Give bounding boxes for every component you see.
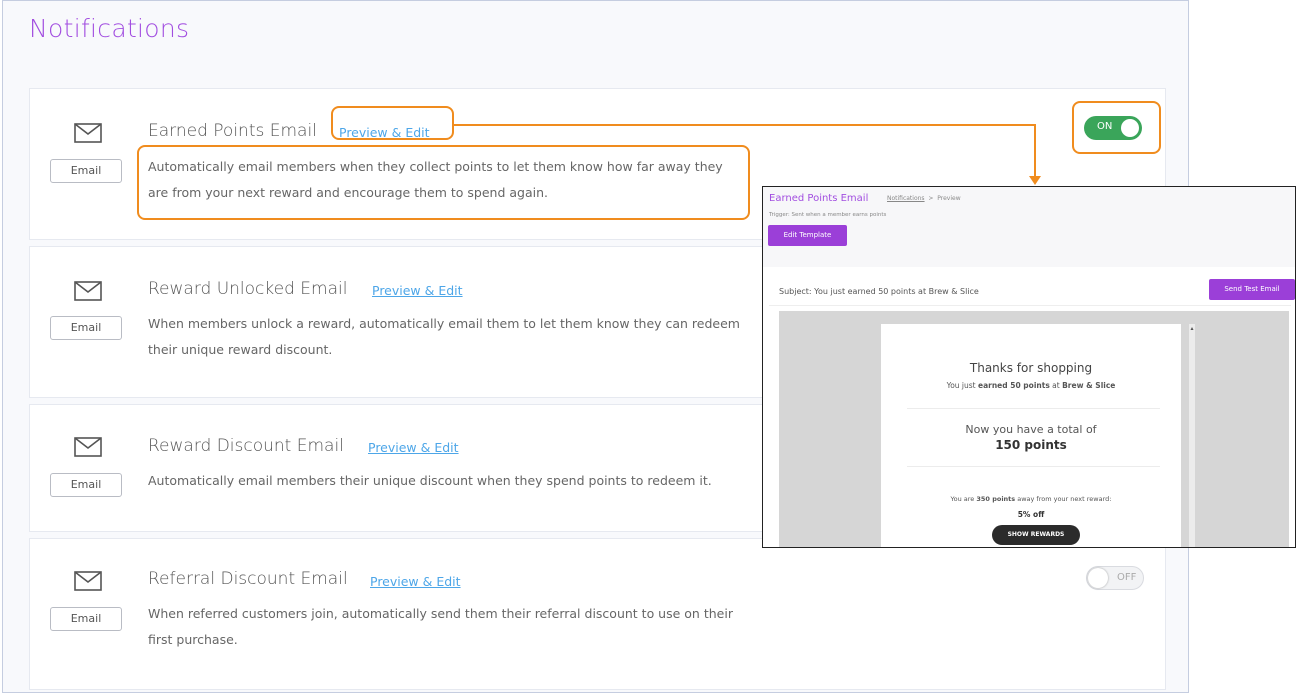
envelope-icon bbox=[74, 123, 102, 143]
notification-title: Earned Points Email bbox=[148, 121, 317, 141]
connector-line bbox=[454, 124, 1035, 126]
notification-description: When referred customers join, automatica… bbox=[148, 606, 733, 647]
email-subject: Subject: You just earned 50 points at Br… bbox=[779, 287, 979, 296]
email-heading: Thanks for shopping bbox=[969, 361, 1093, 375]
send-test-email-button[interactable]: Send Test Email bbox=[1209, 279, 1295, 300]
arrow-down-icon bbox=[1029, 176, 1041, 185]
earned-line: You just earned 50 points at Brew & Slic… bbox=[946, 381, 1116, 390]
breadcrumb: Notifications > Preview bbox=[887, 195, 961, 202]
email-badge: Email bbox=[50, 159, 122, 183]
divider bbox=[907, 466, 1160, 467]
email-preview-window: Earned Points Email Notifications > Prev… bbox=[762, 186, 1296, 548]
divider bbox=[907, 408, 1160, 409]
email-badge: Email bbox=[50, 473, 122, 497]
total-line: Now you have a total of bbox=[965, 423, 1097, 436]
enable-toggle-off[interactable]: OFF bbox=[1086, 566, 1144, 590]
toggle-label: OFF bbox=[1117, 572, 1137, 583]
notification-title: Reward Unlocked Email bbox=[148, 279, 348, 299]
preview-title: Earned Points Email bbox=[769, 193, 869, 204]
highlight-preview-link bbox=[331, 106, 454, 140]
notification-title: Reward Discount Email bbox=[148, 436, 344, 456]
envelope-icon bbox=[74, 571, 102, 591]
page-title: Notifications bbox=[29, 14, 190, 43]
notification-description: Automatically email members their unique… bbox=[148, 473, 712, 488]
scrollbar[interactable]: ▴ bbox=[1189, 324, 1195, 547]
breadcrumb-link[interactable]: Notifications bbox=[887, 195, 925, 202]
notification-title: Referral Discount Email bbox=[148, 569, 348, 589]
email-body: Thanks for shopping You just earned 50 p… bbox=[881, 324, 1181, 547]
preview-edit-link[interactable]: Preview & Edit bbox=[372, 283, 463, 298]
reward-text: 5% off bbox=[1017, 510, 1045, 519]
email-badge: Email bbox=[50, 316, 122, 340]
breadcrumb-current: Preview bbox=[937, 195, 961, 202]
trigger-text: Trigger: Sent when a member earns points bbox=[769, 212, 887, 218]
scroll-up-icon[interactable]: ▴ bbox=[1189, 326, 1195, 332]
breadcrumb-separator: > bbox=[928, 195, 934, 202]
preview-edit-link[interactable]: Preview & Edit bbox=[370, 574, 461, 589]
notification-card-referral-discount: Email Referral Discount Email Preview & … bbox=[29, 538, 1166, 690]
toggle-knob bbox=[1088, 568, 1108, 588]
envelope-icon bbox=[74, 437, 102, 457]
edit-template-button[interactable]: Edit Template bbox=[768, 225, 847, 246]
total-points: 150 points bbox=[995, 438, 1067, 452]
highlight-toggle bbox=[1072, 101, 1161, 154]
notification-description: When members unlock a reward, automatica… bbox=[148, 316, 740, 357]
highlight-description bbox=[137, 145, 750, 220]
away-line: You are 350 points away from your next r… bbox=[950, 495, 1112, 503]
connector-line bbox=[1034, 124, 1036, 178]
preview-edit-link[interactable]: Preview & Edit bbox=[368, 440, 459, 455]
preview-header: Earned Points Email Notifications > Prev… bbox=[763, 187, 1295, 267]
email-badge: Email bbox=[50, 607, 122, 631]
show-rewards-button[interactable]: SHOW REWARDS bbox=[992, 525, 1080, 545]
envelope-icon bbox=[74, 281, 102, 301]
